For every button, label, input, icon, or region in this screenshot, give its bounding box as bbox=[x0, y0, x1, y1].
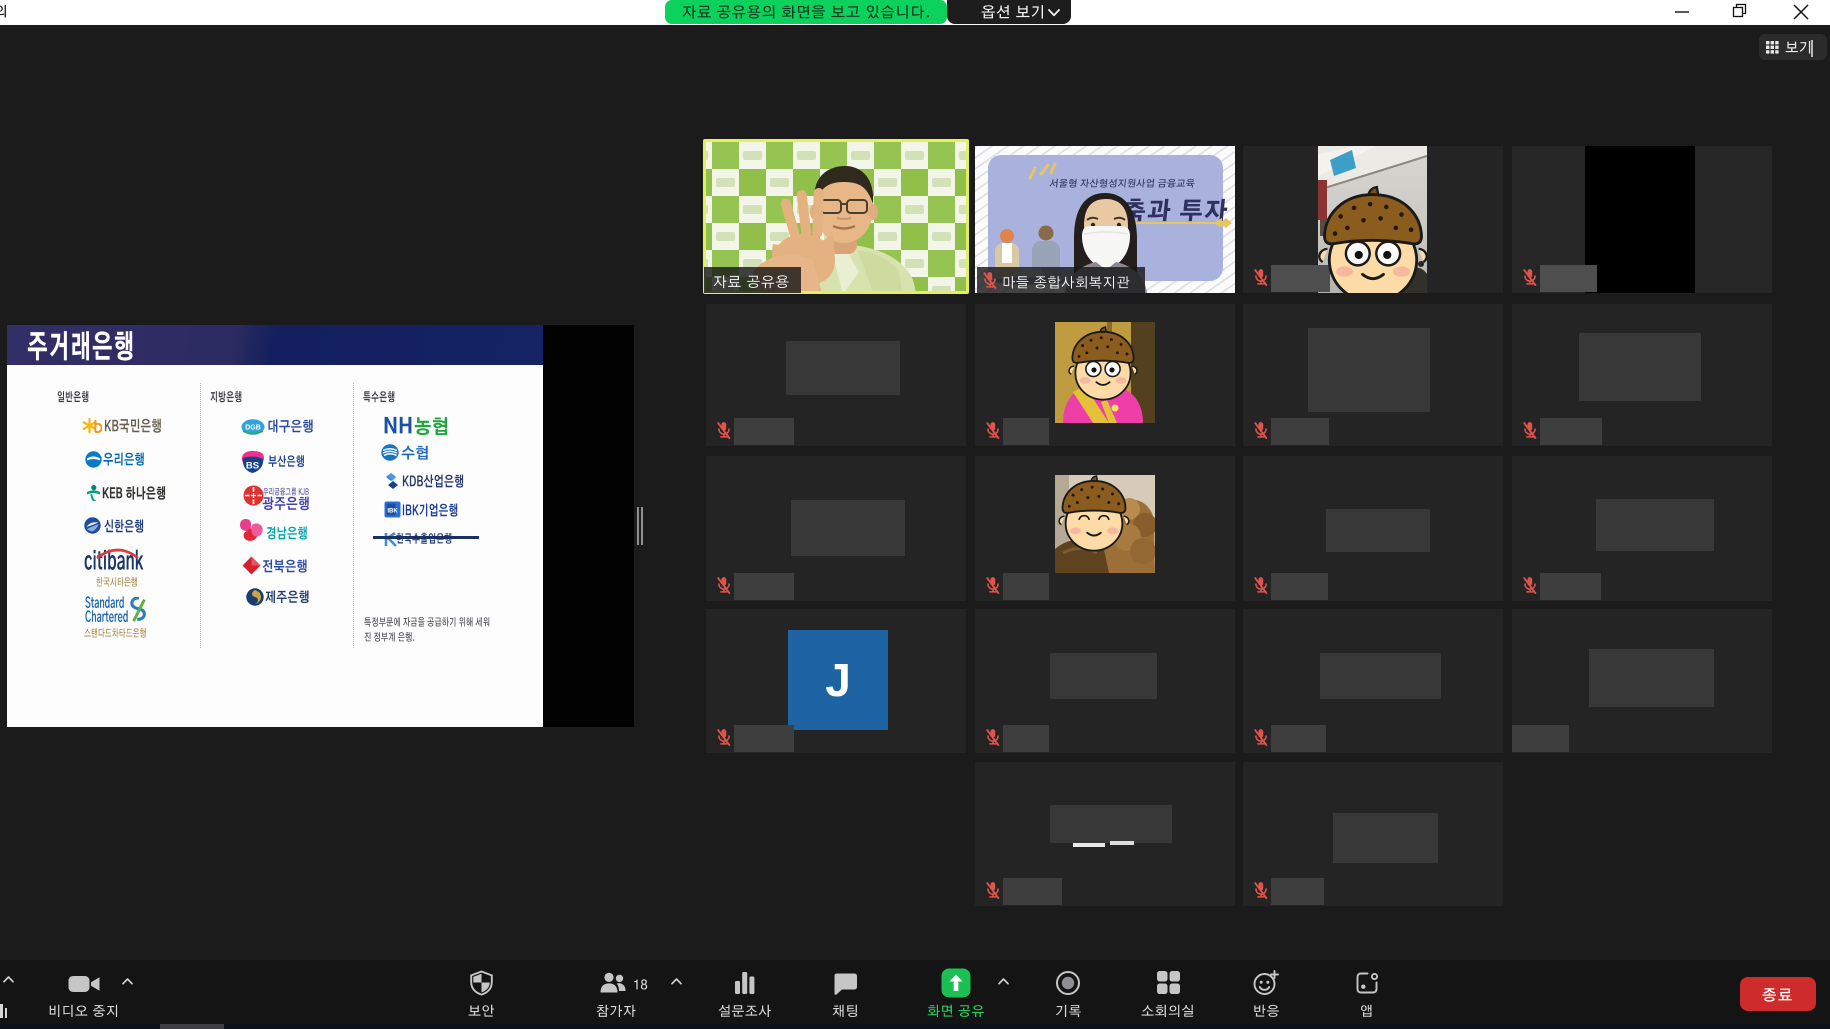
svg-text:DGB: DGB bbox=[245, 425, 261, 432]
svg-text:IBK: IBK bbox=[387, 509, 398, 515]
svg-text:BS: BS bbox=[246, 461, 259, 472]
